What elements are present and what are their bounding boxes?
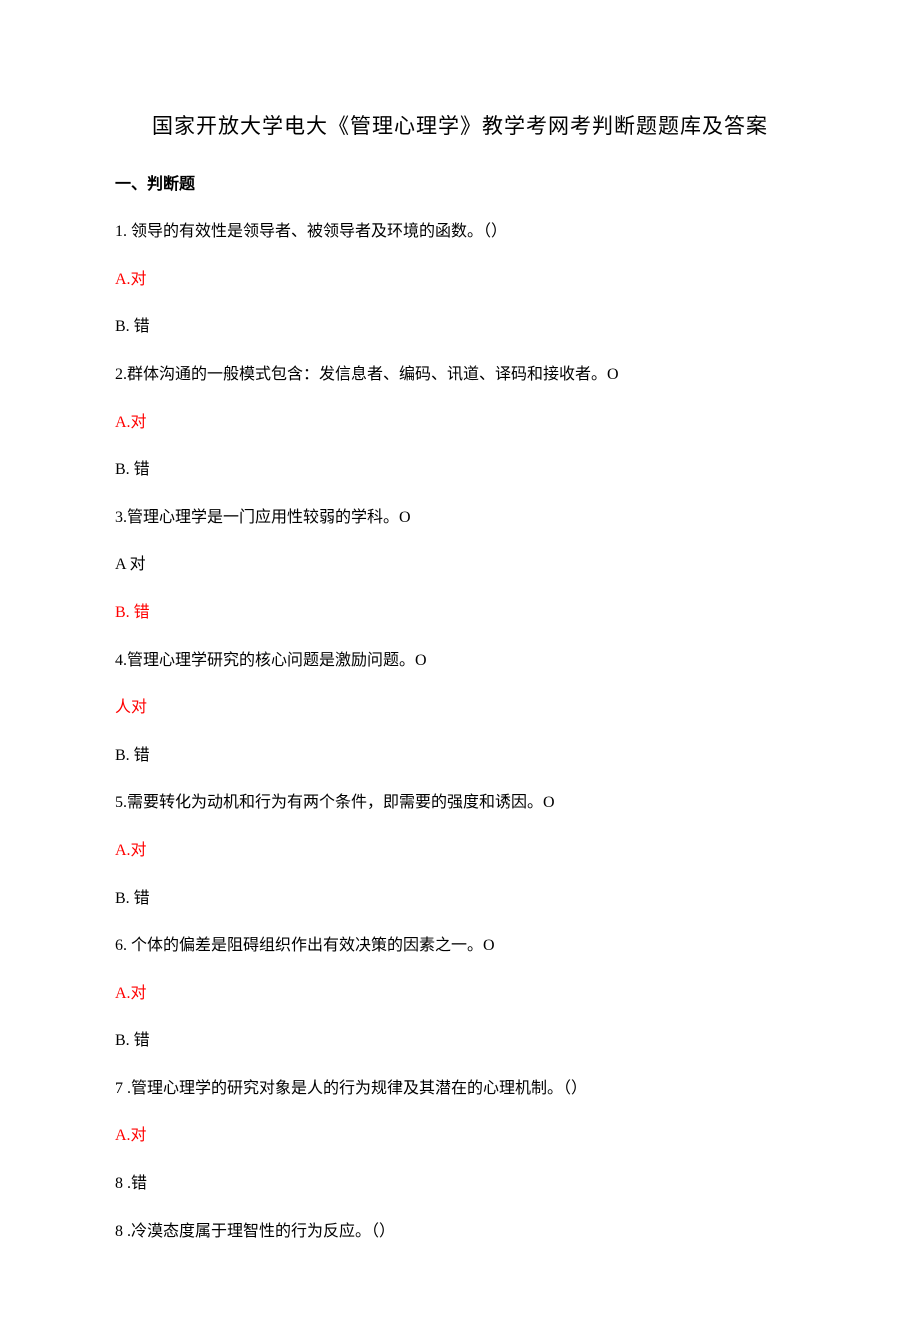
text-line: 5.需要转化为动机和行为有两个条件，即需要的强度和诱因。O (115, 790, 805, 816)
text-line: 7 .管理心理学的研究对象是人的行为规律及其潜在的心理机制。（） (115, 1076, 805, 1102)
text-line: 2.群体沟通的一般模式包含：发信息者、编码、讯道、译码和接收者。O (115, 362, 805, 388)
text-line: 4.管理心理学研究的核心问题是激励问题。O (115, 648, 805, 674)
text-line: A.对 (115, 838, 805, 864)
text-line: B. 错 (115, 1028, 805, 1054)
text-line: A.对 (115, 1123, 805, 1149)
text-line: 3.管理心理学是一门应用性较弱的学科。O (115, 505, 805, 531)
text-line: B. 错 (115, 457, 805, 483)
section-heading: 一、判断题 (115, 172, 805, 198)
text-line: 6. 个体的偏差是阻碍组织作出有效决策的因素之一。O (115, 933, 805, 959)
text-line: A.对 (115, 267, 805, 293)
text-line: 1. 领导的有效性是领导者、被领导者及环境的函数。（） (115, 219, 805, 245)
text-line: 8 .错 (115, 1171, 805, 1197)
document-title: 国家开放大学电大《管理心理学》教学考网考判断题题库及答案 (115, 110, 805, 144)
text-line: B. 错 (115, 886, 805, 912)
text-line: A.对 (115, 410, 805, 436)
text-line: B. 错 (115, 600, 805, 626)
text-line: A.对 (115, 981, 805, 1007)
text-line: B. 错 (115, 314, 805, 340)
text-line: 人对 (115, 695, 805, 721)
text-line: A 对 (115, 552, 805, 578)
text-line: 8 .冷漠态度属于理智性的行为反应。（） (115, 1219, 805, 1245)
text-line: B. 错 (115, 743, 805, 769)
content-body: 1. 领导的有效性是领导者、被领导者及环境的函数。（） A.对 B. 错 2.群体沟通… (115, 219, 805, 1244)
